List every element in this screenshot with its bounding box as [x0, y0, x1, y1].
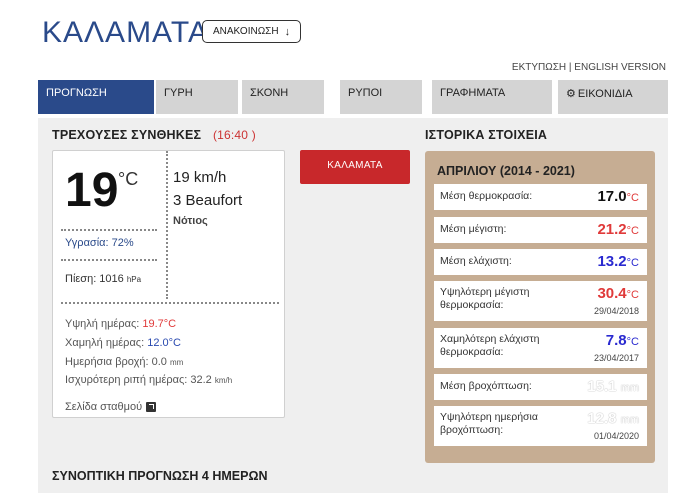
history-row: Μέση βροχόπτωση: 15.1 mm: [434, 374, 647, 400]
divider: [61, 229, 157, 231]
top-links: ΕΚΤΥΠΩΣΗ | ENGLISH VERSION: [512, 62, 666, 73]
wind-speed: 19 km/h: [173, 169, 227, 186]
daily-rain-unit: mm: [169, 358, 184, 367]
page: ΚΑΛΑΜΑΤΑ ΑΝΑΚΟΙΝΩΣΗ ↓ ΕΚΤΥΠΩΣΗ | ENGLISH…: [0, 0, 676, 493]
announcement-label: ΑΝΑΚΟΙΝΩΣΗ: [213, 25, 279, 37]
history-row-date: 23/04/2017: [593, 353, 639, 363]
history-row: Μέση ελάχιστη: 13.2°C: [434, 249, 647, 275]
history-row-date: 01/04/2020: [593, 431, 639, 441]
history-row: Μέση μέγιστη: 21.2°C: [434, 217, 647, 243]
current-conditions-title: ΤΡΕΧΟΥΣΕΣ ΣΥΝΘΗΚΕΣ (16:40 ): [52, 128, 256, 142]
announcement-button[interactable]: ΑΝΑΚΟΙΝΩΣΗ ↓: [202, 20, 302, 43]
history-period: ΑΠΡΙΛΙΟΥ (2014 - 2021): [437, 164, 575, 178]
tab-dust-label: ΣΚΟΝΗ: [250, 87, 289, 99]
day-low-label: Χαμηλή ημέρας:: [65, 337, 145, 349]
day-high: Υψηλή ημέρας: 19.7°C: [65, 318, 176, 330]
tab-forecast[interactable]: ΠΡΟΓΝΩΣΗ: [38, 80, 154, 114]
history-row-label: Υψηλότερη μέγιστη θερμοκρασία:: [440, 286, 530, 311]
day-high-label: Υψηλή ημέρας:: [65, 318, 140, 330]
tab-dust[interactable]: ΣΚΟΝΗ: [242, 80, 324, 114]
tab-icons[interactable]: ⚙ ΕΙΚΟΝΙΔΙΑ: [558, 80, 668, 114]
tab-pollutants[interactable]: ΡΥΠΟΙ: [340, 80, 422, 114]
max-gust: Ισχυρότερη ριπή ημέρας: 32.2 km/h: [65, 374, 232, 386]
current-temperature: 19: [65, 164, 119, 217]
wind-beaufort: 3 Beaufort: [173, 192, 243, 209]
arrow-down-icon: ↓: [284, 25, 291, 38]
tab-charts-label: ΓΡΑΦΗΜΑΤΑ: [440, 87, 506, 99]
english-version-link[interactable]: ENGLISH VERSION: [574, 62, 666, 73]
wind-direction: Νότιος: [173, 215, 208, 227]
history-box: ΑΠΡΙΛΙΟΥ (2014 - 2021) Μέση θερμοκρασία:…: [425, 151, 655, 463]
tab-icons-label: ΕΙΚΟΝΙΔΙΑ: [577, 88, 633, 100]
history-row: Μέση θερμοκρασία: 17.0°C: [434, 184, 647, 210]
temperature-unit: °C: [118, 169, 139, 189]
max-gust-unit: km/h: [214, 376, 233, 385]
main-tabs: ΠΡΟΓΝΩΣΗ ΓΥΡΗ ΣΚΟΝΗ ΡΥΠΟΙ ΓΡΑΦΗΜΑΤΑ ⚙ ΕΙΚ…: [38, 80, 668, 114]
station-page-label: Σελίδα σταθμού: [65, 401, 143, 413]
history-row-label: Υψηλότερη ημερήσια βροχόπτωση:: [440, 411, 538, 436]
history-title: ΙΣΤΟΡΙΚΑ ΣΤΟΙΧΕΙΑ: [425, 128, 548, 142]
history-row-label: Μέση ελάχιστη:: [440, 255, 512, 267]
tab-pollutants-label: ΡΥΠΟΙ: [348, 87, 383, 99]
daily-rain: Ημερήσια βροχή: 0.0 mm: [65, 356, 183, 368]
daily-rain-value: Ημερήσια βροχή: 0.0: [65, 356, 167, 368]
history-row-value: 30.4°C: [597, 285, 639, 302]
tab-forecast-label: ΠΡΟΓΝΩΣΗ: [46, 87, 107, 99]
pressure-unit: hPa: [126, 275, 142, 284]
history-row-value: 15.1 mm: [587, 378, 639, 395]
observation-time: (16:40 ): [212, 128, 256, 142]
history-row-value: 13.2°C: [597, 253, 639, 270]
gear-icon: ⚙: [566, 88, 576, 100]
divider-vertical: [166, 151, 168, 299]
station-page-link[interactable]: Σελίδα σταθμού: [65, 401, 157, 413]
day-high-value: 19.7°C: [142, 318, 177, 330]
divider: [61, 259, 157, 261]
history-row-date: 29/04/2018: [593, 306, 639, 316]
history-row-label: Μέση μέγιστη:: [440, 223, 507, 235]
divider: [61, 302, 279, 304]
day-low: Χαμηλή ημέρας: 12.0°C: [65, 337, 181, 349]
external-link-icon: [146, 402, 157, 412]
history-row: Υψηλότερη ημερήσια βροχόπτωση: 12.8 mm 0…: [434, 406, 647, 446]
history-row: Χαμηλότερη ελάχιστη θερμοκρασία: 7.8°C 2…: [434, 328, 647, 368]
history-row-value: 21.2°C: [597, 221, 639, 238]
max-gust-value: Ισχυρότερη ριπή ημέρας: 32.2: [65, 374, 212, 386]
history-row-label: Χαμηλότερη ελάχιστη θερμοκρασία:: [440, 333, 540, 358]
current-conditions-box: 19 °C 19 km/h 3 Beaufort Νότιος Υγρασία:…: [52, 150, 285, 418]
city-button[interactable]: ΚΑΛΑΜΑΤΑ: [300, 150, 410, 184]
tab-charts[interactable]: ΓΡΑΦΗΜΑΤΑ: [432, 80, 552, 114]
link-separator: |: [568, 62, 572, 73]
day-low-value: 12.0°C: [147, 337, 181, 349]
history-row: Υψηλότερη μέγιστη θερμοκρασία: 30.4°C 29…: [434, 281, 647, 321]
history-row-label: Μέση βροχόπτωση:: [440, 380, 532, 392]
history-row-label: Μέση θερμοκρασία:: [440, 190, 533, 202]
synoptic-forecast-title: ΣΥΝΟΠΤΙΚΗ ΠΡΟΓΝΩΣΗ 4 ΗΜΕΡΩΝ: [52, 469, 268, 483]
history-row-value: 12.8 mm: [587, 410, 639, 427]
current-conditions-heading: ΤΡΕΧΟΥΣΕΣ ΣΥΝΘΗΚΕΣ: [52, 128, 202, 142]
history-row-value: 17.0°C: [597, 188, 639, 205]
print-link[interactable]: ΕΚΤΥΠΩΣΗ: [512, 62, 566, 73]
pressure-value: Πίεση: 1016: [65, 273, 124, 285]
history-row-value: 7.8°C: [605, 332, 639, 349]
humidity: Υγρασία: 72%: [65, 237, 134, 249]
city-title: ΚΑΛΑΜΑΤΑ: [42, 16, 209, 49]
tab-pollen-label: ΓΥΡΗ: [164, 87, 193, 99]
tab-pollen[interactable]: ΓΥΡΗ: [156, 80, 238, 114]
pressure: Πίεση: 1016 hPa: [65, 273, 141, 285]
